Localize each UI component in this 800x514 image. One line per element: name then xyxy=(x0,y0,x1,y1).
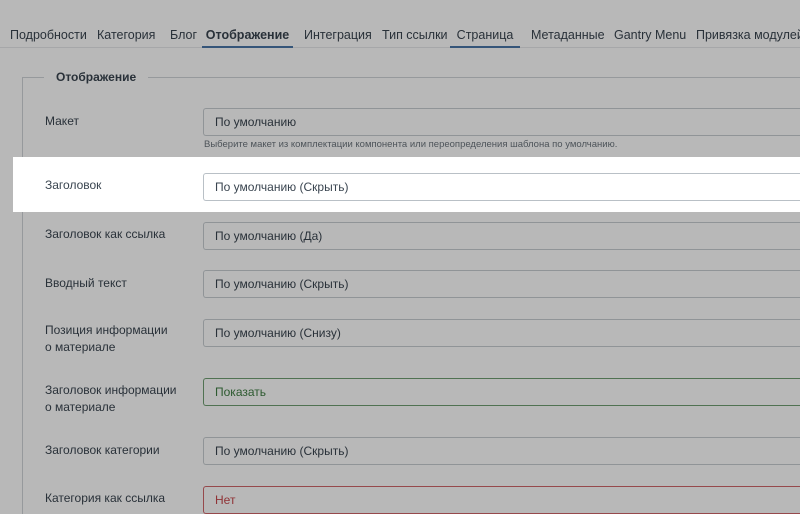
info-position-label-line1: Позиция информации xyxy=(45,323,168,337)
info-position-select[interactable]: По умолчанию (Снизу) xyxy=(203,319,800,347)
info-position-label: Позиция информации о материале xyxy=(45,322,168,356)
tab-metadata[interactable]: Метаданные xyxy=(531,0,605,48)
info-heading-label-line1: Заголовок информации xyxy=(45,383,177,397)
fieldset-legend: Отображение xyxy=(44,70,149,84)
info-heading-label-line2: о материале xyxy=(45,400,116,414)
info-heading-select[interactable]: Показать xyxy=(203,378,800,406)
layout-label: Макет xyxy=(45,114,79,128)
highlighted-row-title: Заголовок По умолчанию (Скрыть) xyxy=(13,157,800,212)
category-title-label: Заголовок категории xyxy=(45,443,160,457)
title-as-link-label: Заголовок как ссылка xyxy=(45,227,166,241)
info-position-label-line2: о материале xyxy=(45,340,116,354)
tab-category[interactable]: Категория xyxy=(97,0,155,48)
title-as-link-select[interactable]: По умолчанию (Да) xyxy=(203,222,800,250)
category-as-link-select[interactable]: Нет xyxy=(203,486,800,514)
category-as-link-label: Категория как ссылка xyxy=(45,491,166,505)
info-heading-label: Заголовок информации о материале xyxy=(45,382,177,416)
tab-blog[interactable]: Блог xyxy=(170,0,197,48)
tab-details[interactable]: Подробности xyxy=(10,0,87,48)
title-select[interactable]: По умолчанию (Скрыть) xyxy=(203,173,800,201)
tab-display[interactable]: Отображение xyxy=(202,0,293,48)
tab-page[interactable]: Страница xyxy=(450,0,520,48)
category-title-select[interactable]: По умолчанию (Скрыть) xyxy=(203,437,800,465)
tab-gantry-menu[interactable]: Gantry Menu xyxy=(614,0,686,48)
layout-hint: Выберите макет из комплектации компонент… xyxy=(204,139,618,150)
tab-bar: Подробности Категория Блог Отображение И… xyxy=(0,0,800,48)
title-label: Заголовок xyxy=(45,178,102,192)
tab-link-type[interactable]: Тип ссылки xyxy=(382,0,448,48)
layout-select[interactable]: По умолчанию xyxy=(203,108,800,136)
intro-text-select[interactable]: По умолчанию (Скрыть) xyxy=(203,270,800,298)
tab-module-assignment[interactable]: Привязка модулей xyxy=(696,0,800,48)
intro-text-label: Вводный текст xyxy=(45,276,127,290)
tab-integration[interactable]: Интеграция xyxy=(304,0,372,48)
